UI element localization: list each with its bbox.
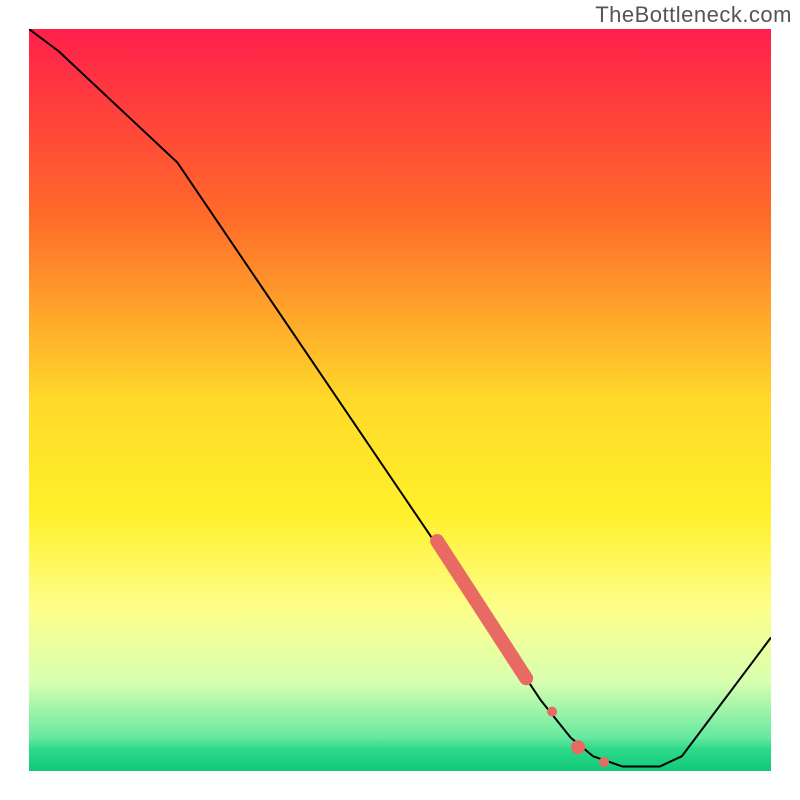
chart-svg xyxy=(29,29,771,771)
chart-stage: TheBottleneck.com xyxy=(0,0,800,800)
plot-area xyxy=(29,29,771,771)
highlight-point-0 xyxy=(547,707,557,717)
watermark-text: TheBottleneck.com xyxy=(595,2,792,28)
gradient-background xyxy=(29,29,771,771)
highlight-point-1 xyxy=(571,740,585,754)
highlight-point-2 xyxy=(599,757,609,767)
